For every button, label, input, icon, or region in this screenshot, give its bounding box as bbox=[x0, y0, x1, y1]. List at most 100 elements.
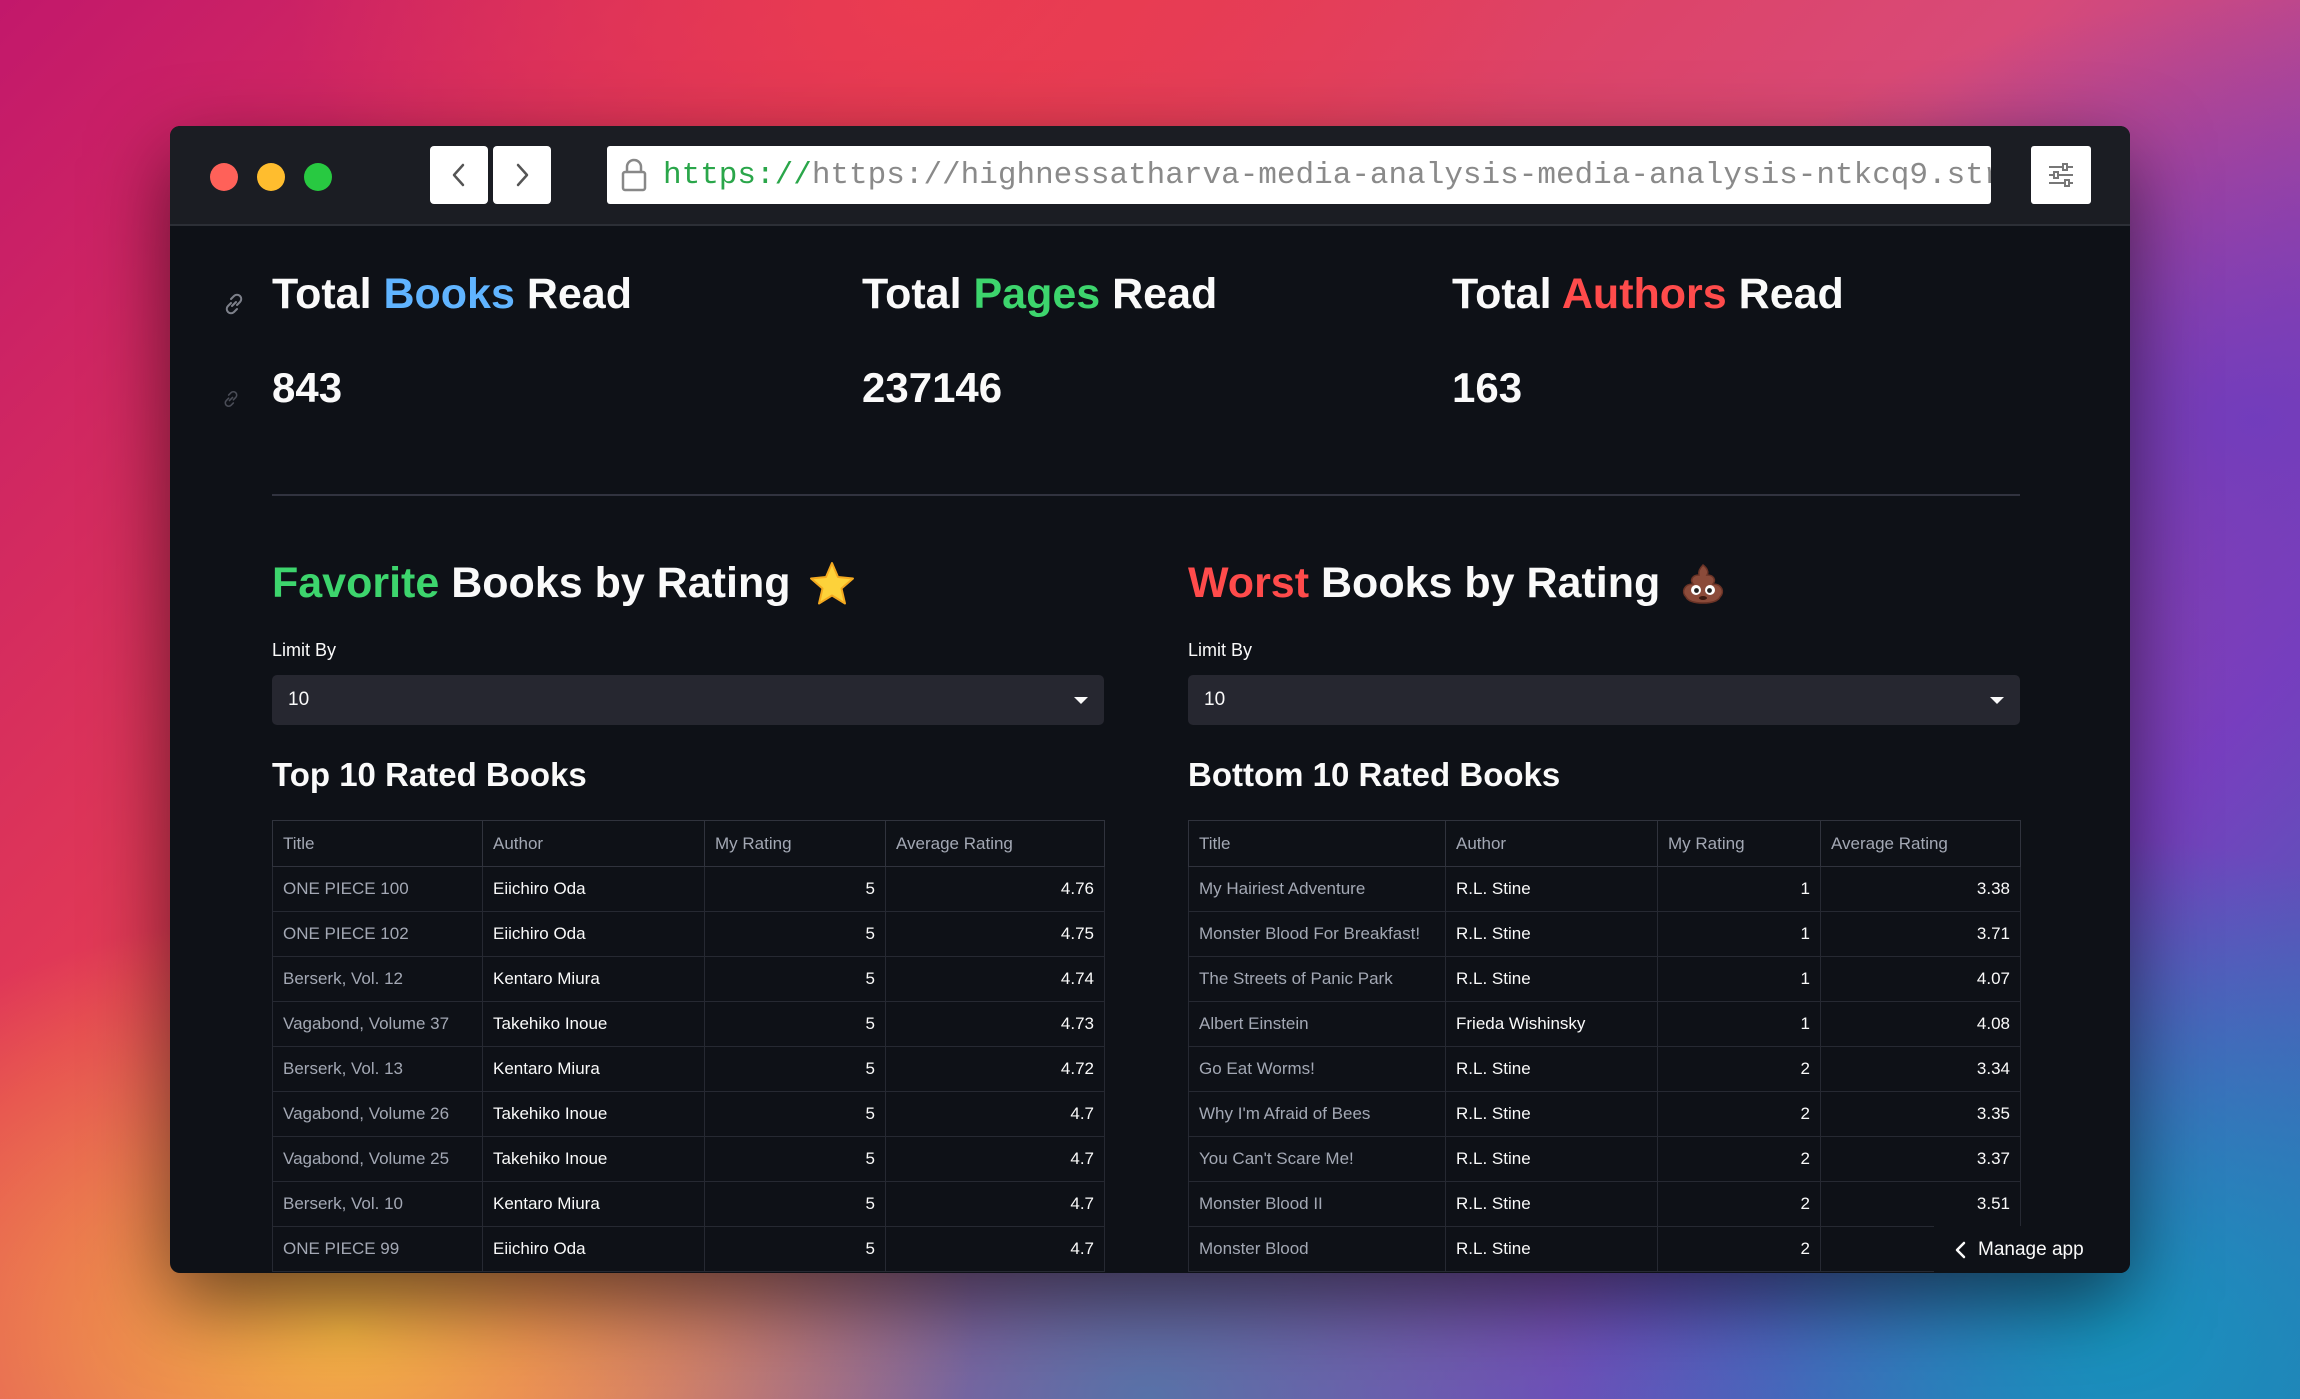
caret-down-icon bbox=[1990, 696, 2004, 704]
table-row[interactable]: Vagabond, Volume 37 Takehiko Inoue 5 4.73 bbox=[272, 1001, 1105, 1047]
cell-average-rating: 3.35 bbox=[1820, 1091, 2021, 1137]
metric-value-authors: 163 bbox=[1452, 364, 1523, 411]
column-header-title[interactable]: Title bbox=[1188, 820, 1446, 867]
column-header-author[interactable]: Author bbox=[1445, 820, 1658, 867]
cell-author: Frieda Wishinsky bbox=[1445, 1001, 1658, 1047]
cell-my-rating: 5 bbox=[704, 1046, 886, 1092]
metric-title-prefix: Total bbox=[862, 270, 974, 318]
table-row[interactable]: Berserk, Vol. 13 Kentaro Miura 5 4.72 bbox=[272, 1046, 1105, 1092]
cell-my-rating: 2 bbox=[1657, 1226, 1821, 1272]
cell-title: ONE PIECE 100 bbox=[272, 866, 483, 912]
browser-menu-button[interactable] bbox=[2031, 146, 2091, 204]
cell-average-rating: 3.34 bbox=[1820, 1046, 2021, 1092]
metric-title-suffix: Read bbox=[1100, 270, 1218, 318]
table-row[interactable]: Vagabond, Volume 26 Takehiko Inoue 5 4.7 bbox=[272, 1091, 1105, 1137]
close-window-button[interactable] bbox=[210, 163, 238, 191]
column-header-title[interactable]: Title bbox=[272, 820, 483, 867]
cell-author: Eiichiro Oda bbox=[482, 866, 705, 912]
cell-title: Albert Einstein bbox=[1188, 1001, 1446, 1047]
table-row[interactable]: Monster Blood R.L. Stine 2 bbox=[1188, 1226, 2021, 1272]
metric-title-prefix: Total bbox=[1452, 270, 1562, 318]
table-row[interactable]: ONE PIECE 102 Eiichiro Oda 5 4.75 bbox=[272, 911, 1105, 957]
cell-average-rating: 4.07 bbox=[1820, 956, 2021, 1002]
maximize-window-button[interactable] bbox=[304, 163, 332, 191]
app-content: Total Books Read Total Pages Read Total … bbox=[170, 226, 2130, 1273]
cell-author: R.L. Stine bbox=[1445, 911, 1658, 957]
cell-my-rating: 2 bbox=[1657, 1181, 1821, 1227]
favorite-table: Title Author My Rating Average Rating ON… bbox=[272, 820, 1105, 1272]
cell-average-rating: 4.7 bbox=[885, 1181, 1105, 1227]
cell-my-rating: 2 bbox=[1657, 1136, 1821, 1182]
metric-title-accent: Authors bbox=[1561, 270, 1727, 318]
table-header-row: Title Author My Rating Average Rating bbox=[272, 820, 1105, 867]
cell-title: ONE PIECE 102 bbox=[272, 911, 483, 957]
cell-title: Vagabond, Volume 25 bbox=[272, 1136, 483, 1182]
cell-title: Vagabond, Volume 26 bbox=[272, 1091, 483, 1137]
cell-average-rating: 4.73 bbox=[885, 1001, 1105, 1047]
table-row[interactable]: Berserk, Vol. 12 Kentaro Miura 5 4.74 bbox=[272, 956, 1105, 1002]
back-button[interactable] bbox=[430, 146, 488, 204]
select-value: 10 bbox=[288, 689, 310, 710]
table-row[interactable]: ONE PIECE 100 Eiichiro Oda 5 4.76 bbox=[272, 866, 1105, 912]
forward-button[interactable] bbox=[493, 146, 551, 204]
table-row[interactable]: Albert Einstein Frieda Wishinsky 1 4.08 bbox=[1188, 1001, 2021, 1047]
cell-title: Monster Blood For Breakfast! bbox=[1188, 911, 1446, 957]
caret-down-icon bbox=[1074, 696, 1088, 704]
favorite-limit-label: Limit By bbox=[272, 640, 337, 660]
cell-my-rating: 5 bbox=[704, 1226, 886, 1272]
address-bar[interactable]: https://https://highnessatharva-media-an… bbox=[607, 146, 1991, 204]
favorite-table-title: Top 10 Rated Books bbox=[272, 756, 587, 793]
url-scheme: https:// bbox=[663, 157, 812, 193]
favorite-section-title: Favorite Books by Rating bbox=[272, 559, 856, 608]
minimize-window-button[interactable] bbox=[257, 163, 285, 191]
chevron-right-icon bbox=[516, 163, 529, 187]
column-header-my-rating[interactable]: My Rating bbox=[704, 820, 886, 867]
link-icon[interactable] bbox=[220, 388, 242, 410]
table-row[interactable]: ONE PIECE 99 Eiichiro Oda 5 4.7 bbox=[272, 1226, 1105, 1272]
chevron-left-icon bbox=[452, 163, 465, 187]
favorite-limit-select[interactable]: 10 bbox=[272, 675, 1104, 725]
column-header-average-rating[interactable]: Average Rating bbox=[885, 820, 1105, 867]
column-header-average-rating[interactable]: Average Rating bbox=[1820, 820, 2021, 867]
table-row[interactable]: The Streets of Panic Park R.L. Stine 1 4.07 bbox=[1188, 956, 2021, 1002]
url-text: https://https://highnessatharva-media-an… bbox=[663, 158, 1991, 193]
worst-limit-select[interactable]: 10 bbox=[1188, 675, 2020, 725]
cell-my-rating: 2 bbox=[1657, 1046, 1821, 1092]
select-value: 10 bbox=[1204, 689, 1226, 710]
column-header-author[interactable]: Author bbox=[482, 820, 705, 867]
cell-my-rating: 5 bbox=[704, 911, 886, 957]
cell-author: Eiichiro Oda bbox=[482, 911, 705, 957]
manage-app-button[interactable]: Manage app bbox=[1934, 1226, 2130, 1273]
worst-section-title: Worst Books by Rating bbox=[1188, 559, 1728, 608]
cell-title: ONE PIECE 99 bbox=[272, 1226, 483, 1272]
cell-author: R.L. Stine bbox=[1445, 1181, 1658, 1227]
table-row[interactable]: Monster Blood II R.L. Stine 2 3.51 bbox=[1188, 1181, 2021, 1227]
cell-author: Kentaro Miura bbox=[482, 1181, 705, 1227]
worst-table-title: Bottom 10 Rated Books bbox=[1188, 756, 1561, 793]
column-header-my-rating[interactable]: My Rating bbox=[1657, 820, 1821, 867]
table-row[interactable]: Vagabond, Volume 25 Takehiko Inoue 5 4.7 bbox=[272, 1136, 1105, 1182]
table-row[interactable]: Monster Blood For Breakfast! R.L. Stine 1 3… bbox=[1188, 911, 2021, 957]
url-path: https://highnessatharva-media-analysis-m… bbox=[811, 157, 1991, 193]
metric-title-pages: Total Pages Read bbox=[862, 270, 1217, 319]
cell-average-rating: 4.74 bbox=[885, 956, 1105, 1002]
cell-title: My Hairiest Adventure bbox=[1188, 866, 1446, 912]
cell-my-rating: 1 bbox=[1657, 956, 1821, 1002]
table-row[interactable]: Go Eat Worms! R.L. Stine 2 3.34 bbox=[1188, 1046, 2021, 1092]
table-row[interactable]: Why I'm Afraid of Bees R.L. Stine 2 3.35 bbox=[1188, 1091, 2021, 1137]
cell-my-rating: 5 bbox=[704, 1001, 886, 1047]
lock-icon bbox=[621, 158, 647, 192]
cell-average-rating: 3.51 bbox=[1820, 1181, 2021, 1227]
star-icon bbox=[808, 561, 856, 607]
metric-title-accent: Books bbox=[383, 270, 515, 318]
browser-window: https://https://highnessatharva-media-an… bbox=[170, 126, 2130, 1273]
link-icon[interactable] bbox=[220, 290, 248, 318]
table-row[interactable]: You Can't Scare Me! R.L. Stine 2 3.37 bbox=[1188, 1136, 2021, 1182]
cell-author: R.L. Stine bbox=[1445, 956, 1658, 1002]
chevron-left-icon bbox=[1955, 1241, 1966, 1258]
browser-titlebar: https://https://highnessatharva-media-an… bbox=[170, 126, 2130, 226]
cell-title: Go Eat Worms! bbox=[1188, 1046, 1446, 1092]
poop-icon bbox=[1678, 562, 1728, 606]
table-row[interactable]: My Hairiest Adventure R.L. Stine 1 3.38 bbox=[1188, 866, 2021, 912]
table-row[interactable]: Berserk, Vol. 10 Kentaro Miura 5 4.7 bbox=[272, 1181, 1105, 1227]
